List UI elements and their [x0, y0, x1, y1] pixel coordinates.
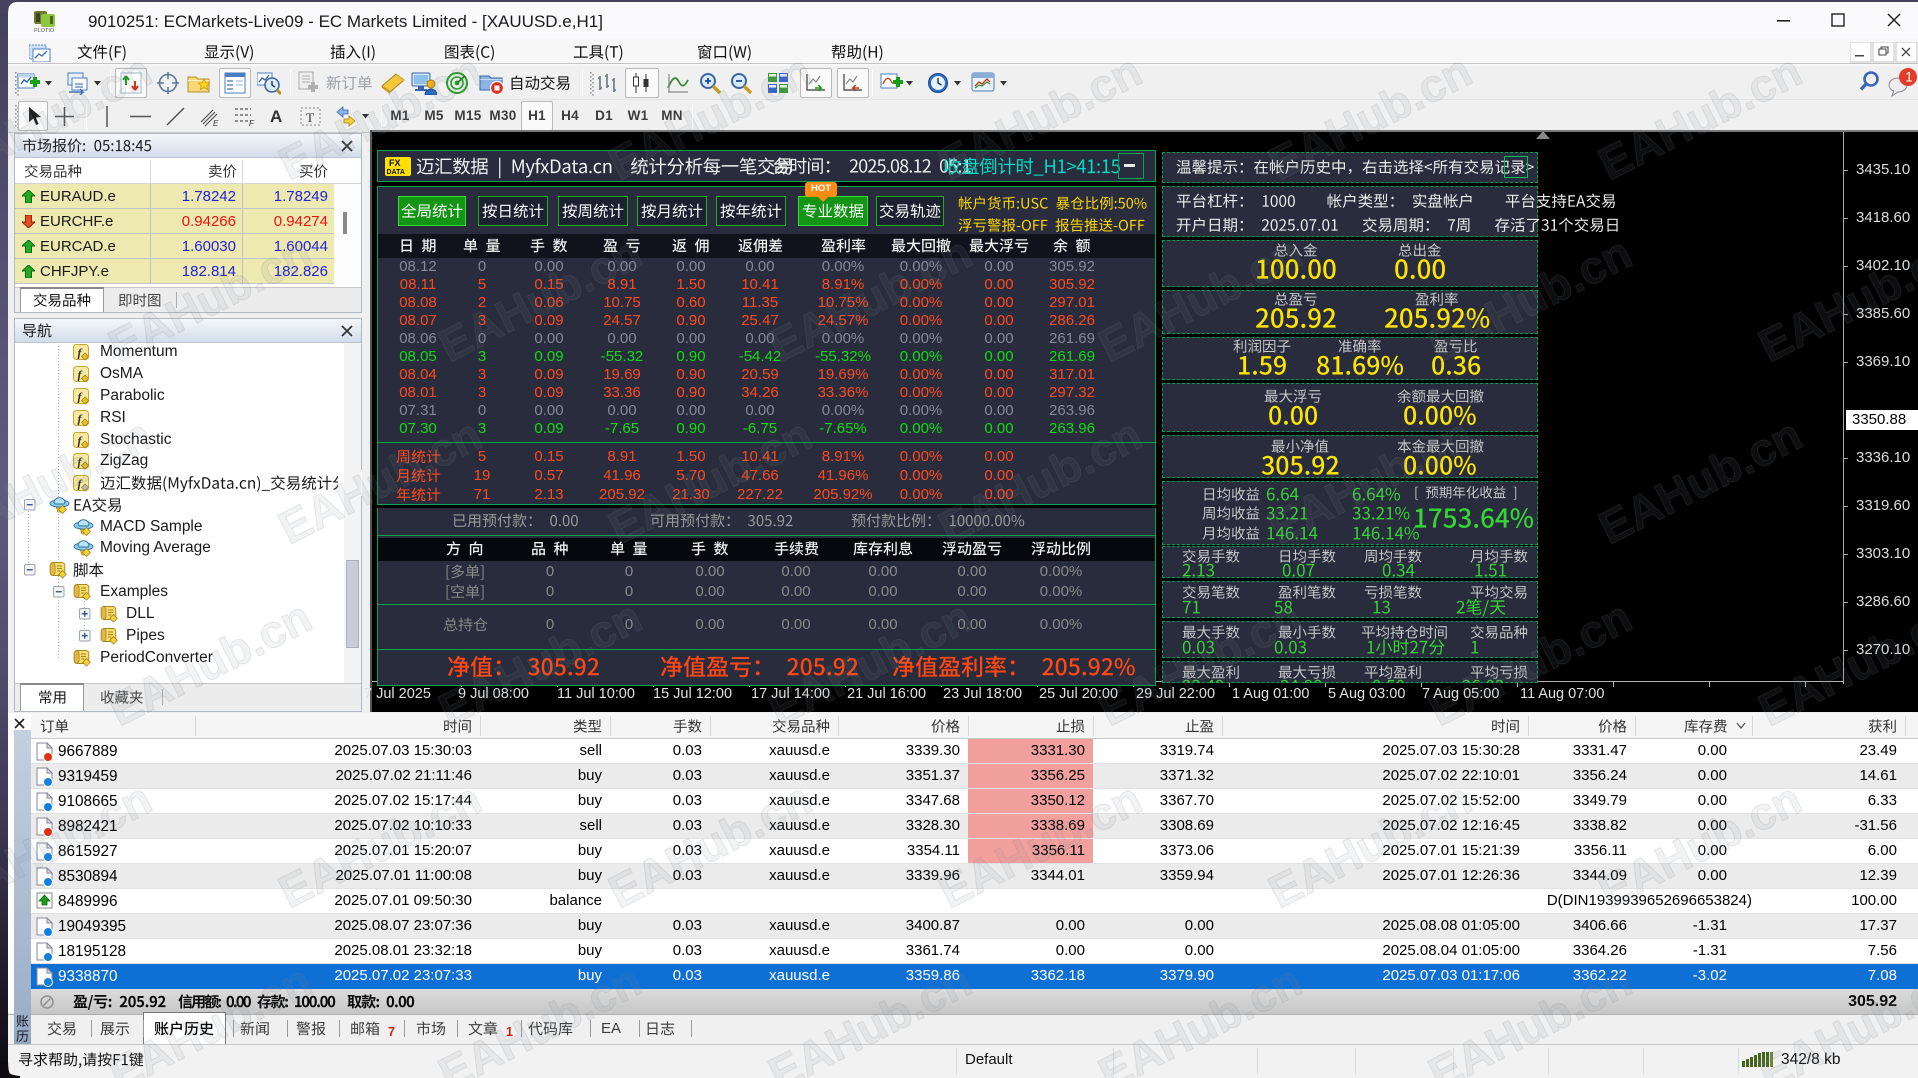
svg-text:1: 1 — [1905, 70, 1913, 85]
svg-text:E: E — [213, 119, 219, 127]
svg-text:PLOTIO: PLOTIO — [34, 28, 55, 33]
svg-text:DATA: DATA — [387, 169, 405, 176]
svg-text:FX: FX — [389, 158, 401, 168]
